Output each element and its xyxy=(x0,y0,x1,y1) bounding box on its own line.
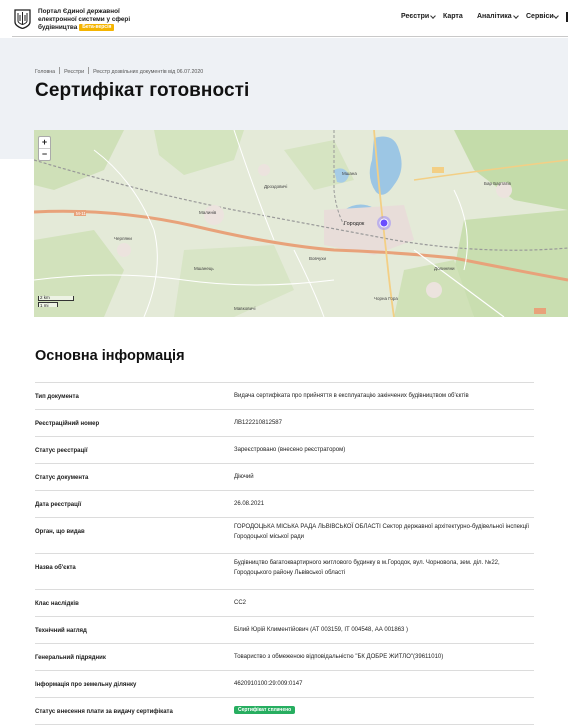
breadcrumb-current: Реєстр дозвільних документів від 06.07.2… xyxy=(93,69,204,75)
info-row-value: Видача сертифіката про прийняття в експл… xyxy=(234,393,469,399)
info-row-label: Дата реєстрації xyxy=(35,502,82,508)
section-title: Основна інформація xyxy=(35,348,185,364)
info-row-label: Орган, що видав xyxy=(35,529,85,535)
zoom-out-button[interactable]: − xyxy=(39,149,50,161)
info-row-label: Статус внесення плати за видачу сертифік… xyxy=(35,709,173,715)
info-row-label: Інформація про земельну ділянку xyxy=(35,682,137,688)
portal-name-line1: Портал Єдиної державної xyxy=(38,8,120,15)
place-label: Чорна Гора xyxy=(374,296,398,301)
place-label: Вовчухи xyxy=(309,256,327,261)
row-divider xyxy=(35,724,534,725)
map-zoom-control: + − xyxy=(38,136,51,161)
location-map[interactable]: M-11 Городок Мшана Дроздовичі Малинів Че… xyxy=(34,130,568,317)
info-row-value: Білий Юрій Климентійович (АТ 003159, ІТ … xyxy=(234,627,409,633)
info-row: Статус реєстрації Зареєстровано (внесено … xyxy=(35,436,534,463)
info-row: Назва об'єкта Будівництво багатоквартирно… xyxy=(35,553,534,589)
info-row-value: Сертифікат сплачено xyxy=(234,706,534,716)
site-header: Портал Єдиної державної електронної сист… xyxy=(0,0,568,38)
map-tiles: M-11 Городок Мшана Дроздовичі Малинів Че… xyxy=(34,130,568,317)
trident-logo-icon[interactable] xyxy=(14,9,31,29)
info-row: Дата реєстрації 26.08.2021 xyxy=(35,490,534,517)
info-row-label: Реєстраційний номер xyxy=(35,421,100,427)
info-row-value: 26.08.2021 xyxy=(234,501,265,507)
breadcrumb-separator xyxy=(59,67,61,74)
place-label: Черляни xyxy=(114,236,132,241)
info-row-label: Статус реєстрації xyxy=(35,448,88,454)
info-row: Статус внесення плати за видачу сертифік… xyxy=(35,697,534,724)
info-row-label: Клас наслідків xyxy=(35,601,79,607)
nav-registries[interactable]: Реєстри xyxy=(401,13,429,20)
nav-services[interactable]: Сервіси xyxy=(526,13,554,20)
nav-map[interactable]: Карта xyxy=(443,13,463,20)
info-row: Тип документа Видача сертифіката про прий… xyxy=(35,382,534,409)
info-row-label: Генеральний підрядник xyxy=(35,655,106,661)
info-row-label: Статус документа xyxy=(35,475,89,481)
town-label: Городок xyxy=(344,221,365,227)
place-label: Долиняни xyxy=(434,266,455,271)
nav-analytics[interactable]: Аналітика xyxy=(477,13,512,20)
info-row: Орган, що видав ГОРОДОЦЬКА МІСЬКА РАДА ЛЬ… xyxy=(35,517,534,553)
scale-km: 2 km xyxy=(38,295,74,301)
breadcrumb: Головна Реєстри Реєстр дозвільних документ… xyxy=(35,67,203,75)
info-row-value: Будівництво багатоквартирного житлового … xyxy=(234,560,500,576)
info-row: Реєстраційний номер ЛВ122210812587 xyxy=(35,409,534,436)
info-row-label: Тип документа xyxy=(35,394,79,400)
scale-mi: 1 mi xyxy=(38,302,58,308)
zoom-in-button[interactable]: + xyxy=(39,137,50,149)
info-row-value: ГОРОДОЦЬКА МІСЬКА РАДА ЛЬВІВСЬКОЇ ОБЛАСТ… xyxy=(234,524,530,540)
portal-name-line2: електронної системи у сфері xyxy=(38,15,131,23)
info-row-value: Діючий xyxy=(234,474,254,480)
info-row-value: ЛВ122210812587 xyxy=(234,420,282,426)
info-row-label: Технічний нагляд xyxy=(35,628,87,634)
map-scale: 2 km 1 mi xyxy=(38,295,74,308)
place-label: Мшанець xyxy=(194,266,214,271)
road-shield-label: M-11 xyxy=(76,211,86,216)
place-label: Малинів xyxy=(199,210,217,215)
info-row: Інформація про земельну ділянку 462091010… xyxy=(35,670,534,697)
place-label: Дроздовичі xyxy=(264,184,287,189)
info-row: Технічний нагляд Білий Юрій Климентійович… xyxy=(35,616,534,643)
portal-name-line3: будівництва xyxy=(38,23,78,31)
place-label: Мавковичі xyxy=(234,306,255,311)
location-marker-icon[interactable] xyxy=(379,218,389,228)
info-row-value: Зареєстровано (внесено реєстратором) xyxy=(234,447,346,453)
info-row: Клас наслідків СС2 xyxy=(35,589,534,616)
beta-badge: Бета-версія xyxy=(79,23,115,31)
info-row-value: 4620910100:29:009:0147 xyxy=(234,681,303,687)
info-row-value: СС2 xyxy=(234,600,247,606)
payment-status-badge: Сертифікат сплачено xyxy=(234,706,296,714)
page-title: Сертифікат готовності xyxy=(35,80,250,101)
place-label: Бар Бартатів xyxy=(484,181,512,186)
breadcrumb-home[interactable]: Головна xyxy=(35,69,55,75)
breadcrumb-registries[interactable]: Реєстри xyxy=(64,69,84,75)
header-divider xyxy=(12,36,568,37)
info-row: Генеральний підрядник Товариство з обмеже… xyxy=(35,643,534,670)
place-label: Мшана xyxy=(342,171,357,176)
info-row-value: Товариство з обмеженою відповідальністю … xyxy=(234,654,444,660)
breadcrumb-separator xyxy=(88,67,90,74)
info-row-label: Назва об'єкта xyxy=(35,565,76,571)
portal-name[interactable]: Портал Єдиної державної електронної сист… xyxy=(38,8,158,31)
info-row: Статус документа Діючий xyxy=(35,463,534,490)
